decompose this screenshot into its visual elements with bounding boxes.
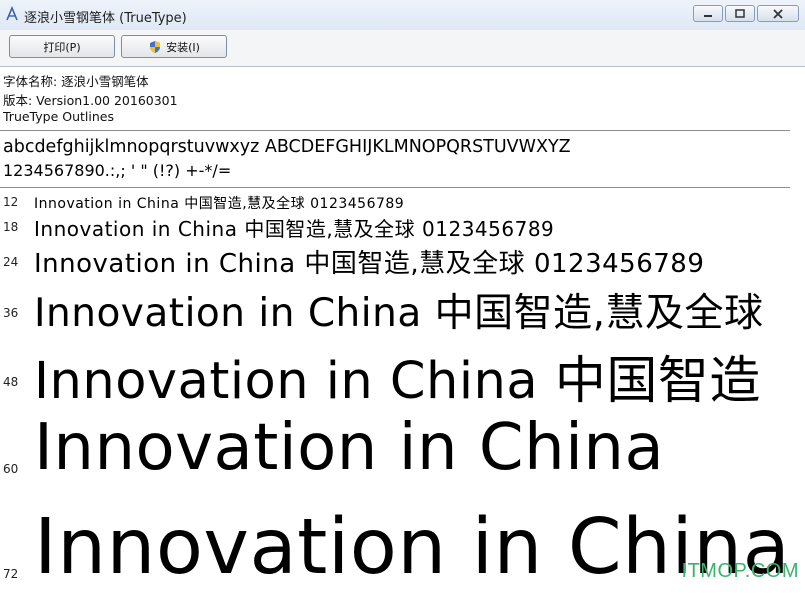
sample-row-48: 48 Innovation in China 中国智造 <box>0 335 805 407</box>
size-label: 60 <box>3 462 19 476</box>
separator <box>0 187 790 188</box>
print-button-label: 打印(P) <box>43 40 81 54</box>
font-name-line: 字体名称: 逐浪小雪钢笔体 <box>3 74 149 89</box>
maximize-icon <box>735 9 745 18</box>
install-button[interactable]: 安装(I) <box>121 35 227 58</box>
font-preview-pane[interactable]: 字体名称: 逐浪小雪钢笔体 版本: Version1.00 20160301 T… <box>0 67 805 597</box>
font-outline-line: TrueType Outlines <box>3 109 114 124</box>
sample-text: Innovation in China <box>34 503 791 592</box>
size-label: 72 <box>3 567 19 581</box>
size-label: 36 <box>3 306 19 320</box>
sample-row-18: 18 Innovation in China 中国智造,慧及全球 0123456… <box>0 212 805 242</box>
size-label: 48 <box>3 375 19 389</box>
print-button[interactable]: 打印(P) <box>9 35 115 58</box>
minimize-icon <box>704 14 712 17</box>
sample-text: Innovation in China 中国智造,慧及全球 0123456789 <box>34 249 705 279</box>
uac-shield-icon <box>150 40 161 53</box>
maximize-button[interactable] <box>725 5 755 22</box>
install-button-label: 安装(I) <box>166 40 200 54</box>
charset-line-1: abcdefghijklmnopqrstuvwxyz ABCDEFGHIJKLM… <box>3 137 571 157</box>
charset-line-2: 1234567890.:,; ' " (!?) +-*/= <box>3 161 232 180</box>
font-version-line: 版本: Version1.00 20160301 <box>3 93 178 108</box>
window-controls <box>693 5 799 22</box>
sample-text: Innovation in China 中国智造,慧及全球 0123456789 <box>34 196 405 212</box>
font-file-icon <box>6 6 18 21</box>
sample-text: Innovation in China 中国智造,慧及全球 <box>34 291 764 336</box>
minimize-button[interactable] <box>693 5 723 22</box>
close-icon <box>773 8 783 19</box>
window-title: 逐浪小雪钢笔体 (TrueType) <box>24 11 187 26</box>
sample-text: Innovation in China 中国智造,慧及全球 0123456789 <box>34 217 555 241</box>
watermark: ITMOP.COM <box>681 560 799 582</box>
toolbar: 打印(P) 安装(I) <box>0 30 805 67</box>
sample-row-12: 12 Innovation in China 中国智造,慧及全球 0123456… <box>0 192 805 212</box>
sample-row-36: 36 Innovation in China 中国智造,慧及全球 <box>0 279 805 337</box>
size-label: 18 <box>3 220 19 234</box>
close-button[interactable] <box>757 5 799 22</box>
size-label: 12 <box>3 195 19 209</box>
sample-text: Innovation in China 中国智造 <box>34 352 761 407</box>
title-bar: 逐浪小雪钢笔体 (TrueType) <box>0 0 805 31</box>
sample-row-60: 60 Innovation in China <box>0 407 805 497</box>
sample-row-24: 24 Innovation in China 中国智造,慧及全球 0123456… <box>0 241 805 281</box>
sample-text: Innovation in China <box>34 411 665 485</box>
separator <box>0 130 790 131</box>
size-label: 24 <box>3 255 19 269</box>
